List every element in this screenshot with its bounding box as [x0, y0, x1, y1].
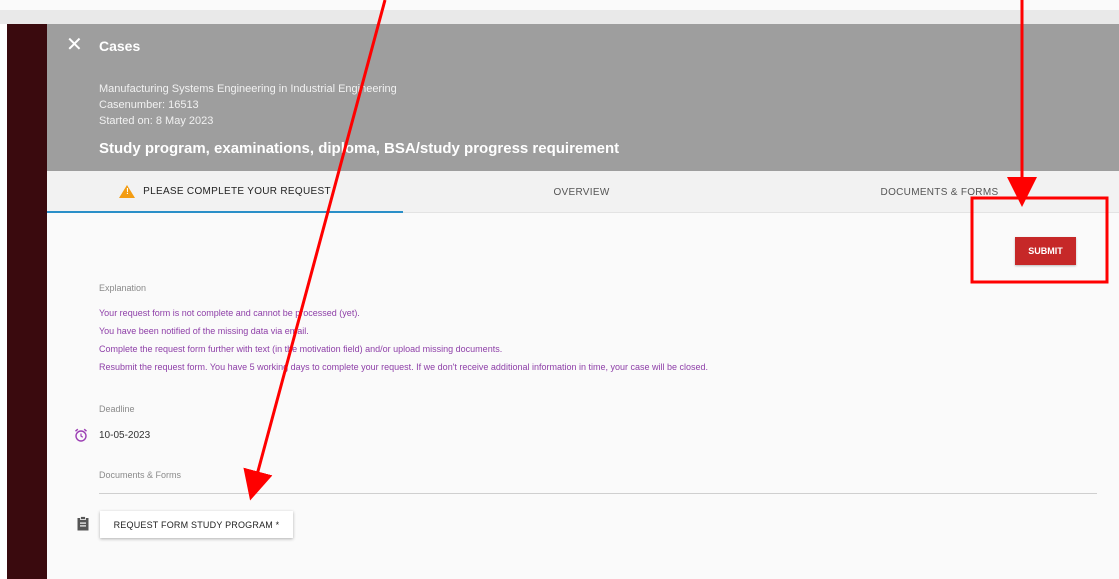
clipboard-icon [77, 516, 89, 531]
program-name: Manufacturing Systems Engineering in Ind… [99, 83, 397, 95]
tab-label: PLEASE COMPLETE YOUR REQUEST [143, 185, 331, 197]
tab-complete-request[interactable]: ! PLEASE COMPLETE YOUR REQUEST [47, 171, 403, 213]
explanation-line: Your request form is not complete and ca… [99, 308, 360, 318]
case-dialog: ✕ Cases Manufacturing Systems Engineerin… [47, 24, 1119, 579]
case-header: ✕ Cases Manufacturing Systems Engineerin… [47, 24, 1119, 171]
browser-top-bar [0, 10, 1119, 24]
page-title: Cases [99, 38, 141, 54]
case-number: Casenumber: 16513 [99, 99, 199, 111]
started-date: Started on: 8 May 2023 [99, 115, 214, 127]
close-icon[interactable]: ✕ [66, 35, 83, 55]
divider [99, 493, 1097, 494]
tab-overview[interactable]: OVERVIEW [403, 171, 760, 213]
explanation-line: Resubmit the request form. You have 5 wo… [99, 362, 709, 372]
deadline-label: Deadline [99, 404, 135, 414]
submit-button[interactable]: SUBMIT [1015, 237, 1076, 265]
tab-bar: ! PLEASE COMPLETE YOUR REQUEST OVERVIEW … [47, 171, 1119, 213]
deadline-value: 10-05-2023 [99, 430, 151, 441]
explanation-label: Explanation [99, 283, 147, 293]
documents-label: Documents & Forms [99, 470, 182, 480]
warning-icon: ! [119, 184, 136, 198]
alarm-icon [75, 428, 87, 442]
explanation-line: You have been notified of the missing da… [99, 326, 309, 336]
tab-label: DOCUMENTS & FORMS [880, 186, 999, 198]
browser-top-strip [0, 0, 1119, 10]
tab-documents-forms[interactable]: DOCUMENTS & FORMS [760, 171, 1119, 213]
request-form-button[interactable]: REQUEST FORM STUDY PROGRAM * [100, 511, 293, 538]
tab-label: OVERVIEW [553, 186, 610, 198]
explanation-line: Complete the request form further with t… [99, 344, 503, 354]
case-subject: Study program, examinations, diploma, BS… [99, 140, 620, 157]
